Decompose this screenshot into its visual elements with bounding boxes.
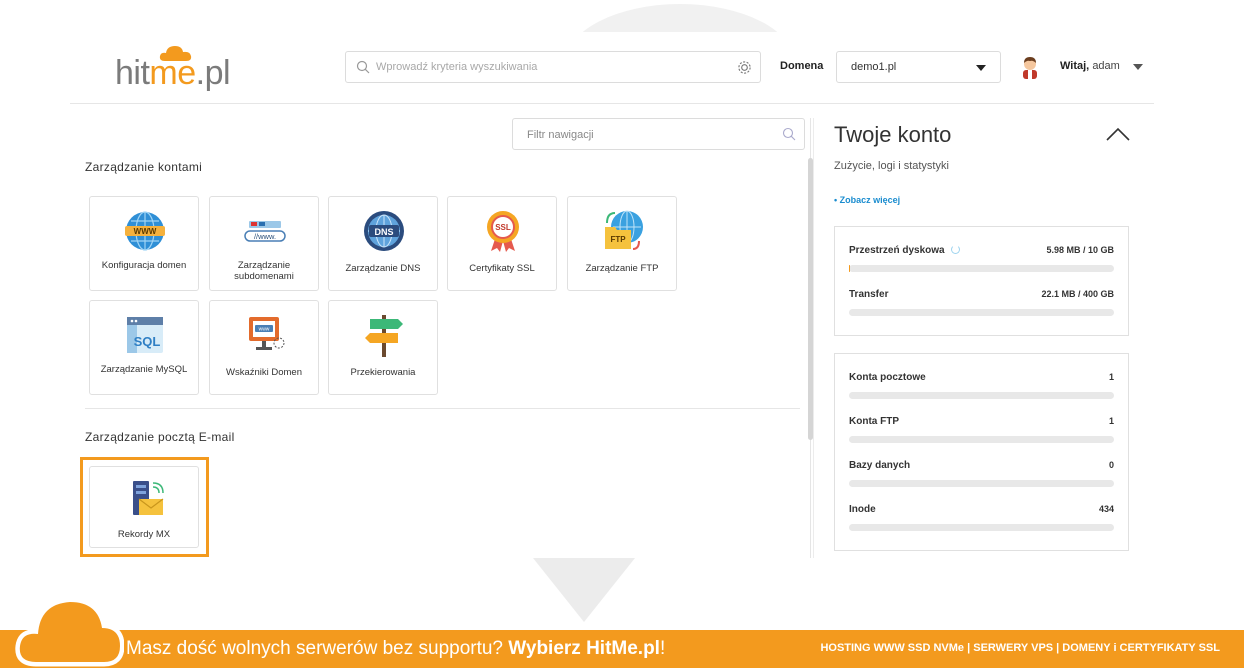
- svg-text:www: www: [259, 327, 270, 333]
- search-icon: [356, 60, 370, 74]
- stat-label: Transfer: [849, 289, 889, 300]
- stat-label: Przestrzeń dyskowa: [849, 245, 945, 256]
- chevron-up-icon[interactable]: [1105, 126, 1131, 142]
- ftp-icon: FTP: [605, 210, 643, 250]
- tile-domain-config[interactable]: WWW Konfiguracja domen: [89, 196, 199, 291]
- subdomain-icon: //www.: [244, 221, 286, 242]
- promo-cta[interactable]: Wybierz HitMe.pl: [508, 638, 660, 659]
- stat-value: 0: [1108, 460, 1114, 470]
- tile-subdomains[interactable]: //www. Zarządzanie subdomenami: [209, 196, 319, 291]
- logo[interactable]: hitme.pl: [115, 44, 245, 94]
- stat-label: Konta FTP: [849, 416, 899, 427]
- nav-filter[interactable]: [512, 118, 805, 150]
- tile-ftp[interactable]: FTP Zarządzanie FTP: [567, 196, 677, 291]
- counts-card: Konta pocztowe 1 Konta FTP 1 Bazy danych…: [834, 353, 1129, 551]
- stat-label: Inode: [849, 504, 876, 515]
- greeting-label: Witaj,: [1060, 60, 1090, 72]
- search-input[interactable]: [376, 57, 716, 77]
- promo-services: HOSTING WWW SSD NVMe | SERWERY VPS | DOM…: [820, 642, 1220, 654]
- sql-database-icon: SQL: [127, 317, 163, 353]
- header-divider: [70, 103, 1154, 104]
- svg-text:SSL: SSL: [495, 223, 511, 232]
- stat-value: 1: [1108, 372, 1114, 382]
- svg-text:DNS: DNS: [374, 227, 393, 237]
- account-panel-subtitle: Zużycie, logi i statystyki: [834, 160, 949, 172]
- background-arrow: [533, 558, 635, 622]
- domain-label: Domena: [780, 60, 824, 72]
- usage-bar: [849, 480, 1114, 487]
- account-panel-title: Twoje konto: [834, 122, 952, 147]
- user-menu-caret-icon[interactable]: [1133, 64, 1143, 70]
- chevron-down-icon: [976, 65, 986, 71]
- tile-label: Certyfikaty SSL: [469, 263, 535, 274]
- tile-mysql[interactable]: SQL Zarządzanie MySQL: [89, 300, 199, 395]
- svg-text:SQL: SQL: [134, 334, 161, 349]
- cloud-icon: [15, 597, 124, 667]
- stat-ftp-accounts: Konta FTP 1: [849, 416, 1114, 446]
- username: adam: [1092, 60, 1120, 72]
- usage-bar: [849, 309, 1114, 316]
- tile-label: Rekordy MX: [117, 529, 171, 540]
- domain-pointer-icon: www: [249, 317, 285, 350]
- tile-redirects[interactable]: Przekierowania: [328, 300, 438, 395]
- stat-databases: Bazy danych 0: [849, 460, 1114, 490]
- stat-disk: Przestrzeń dyskowa 5.98 MB / 10 GB: [849, 245, 1114, 275]
- svg-text:FTP: FTP: [610, 235, 626, 244]
- section-divider: [85, 408, 800, 409]
- user-greeting[interactable]: Witaj, adam: [1060, 60, 1120, 72]
- stat-mail-accounts: Konta pocztowe 1: [849, 372, 1114, 402]
- logo-text-me: me: [149, 54, 196, 92]
- mx-server-mail-icon: [133, 481, 164, 515]
- search-icon: [782, 127, 796, 141]
- usage-bar: [849, 265, 1114, 272]
- www-globe-icon: WWW: [125, 211, 165, 251]
- domain-select[interactable]: demo1.pl: [836, 51, 1001, 83]
- tile-label: Wskaźniki Domen: [225, 367, 303, 378]
- stat-label: Bazy danych: [849, 460, 911, 471]
- gear-icon[interactable]: [737, 60, 752, 75]
- usage-bar: [849, 524, 1114, 531]
- see-more-link[interactable]: • Zobacz więcej: [834, 195, 900, 205]
- stat-value: 434: [1098, 504, 1114, 514]
- usage-bar: [849, 392, 1114, 399]
- section-title-accounts: Zarządzanie kontami: [85, 160, 203, 174]
- nav-scrollbar[interactable]: [808, 158, 813, 440]
- logo-text-pl: .pl: [195, 54, 231, 92]
- svg-text://www.: //www.: [254, 232, 276, 241]
- stat-transfer: Transfer 22.1 MB / 400 GB: [849, 289, 1114, 319]
- tile-label: Zarządzanie FTP: [585, 263, 659, 274]
- signpost-icon: [365, 315, 403, 357]
- tile-mx-records[interactable]: Rekordy MX: [89, 466, 199, 548]
- usage-bar: [849, 436, 1114, 443]
- tile-domain-pointers[interactable]: www Wskaźniki Domen: [209, 300, 319, 395]
- domain-select-value: demo1.pl: [851, 61, 897, 73]
- nav-filter-input[interactable]: [527, 125, 767, 145]
- stat-value: 22.1 MB / 400 GB: [1041, 289, 1114, 299]
- avatar[interactable]: [1020, 55, 1040, 79]
- dns-globe-icon: DNS: [364, 211, 404, 251]
- stat-inode: Inode 434: [849, 504, 1114, 534]
- tile-label: Zarządzanie DNS: [345, 263, 421, 274]
- promo-message: Masz dość wolnych serwerów bez supportu?…: [126, 638, 666, 659]
- refresh-icon[interactable]: [950, 245, 960, 254]
- search-box[interactable]: [345, 51, 761, 83]
- tile-label: Przekierowania: [350, 367, 416, 378]
- tile-label: Zarządzanie MySQL: [100, 364, 188, 375]
- tile-label: Konfiguracja domen: [101, 260, 187, 271]
- stat-value: 5.98 MB / 10 GB: [1046, 245, 1114, 255]
- section-title-email: Zarządzanie pocztą E-mail: [85, 430, 235, 444]
- tile-label: Zarządzanie subdomenami: [234, 260, 294, 282]
- stat-value: 1: [1108, 416, 1114, 426]
- svg-text:WWW: WWW: [134, 227, 157, 236]
- stat-label: Konta pocztowe: [849, 372, 926, 383]
- logo-text-hit: hit: [115, 54, 150, 92]
- tile-dns[interactable]: DNS Zarządzanie DNS: [328, 196, 438, 291]
- tile-ssl[interactable]: SSL Certyfikaty SSL: [447, 196, 557, 291]
- ssl-badge-icon: SSL: [487, 211, 519, 252]
- usage-card: Przestrzeń dyskowa 5.98 MB / 10 GB Trans…: [834, 226, 1129, 336]
- page: hitme.pl Domena demo1.pl Witaj, adam Zar…: [0, 0, 1244, 668]
